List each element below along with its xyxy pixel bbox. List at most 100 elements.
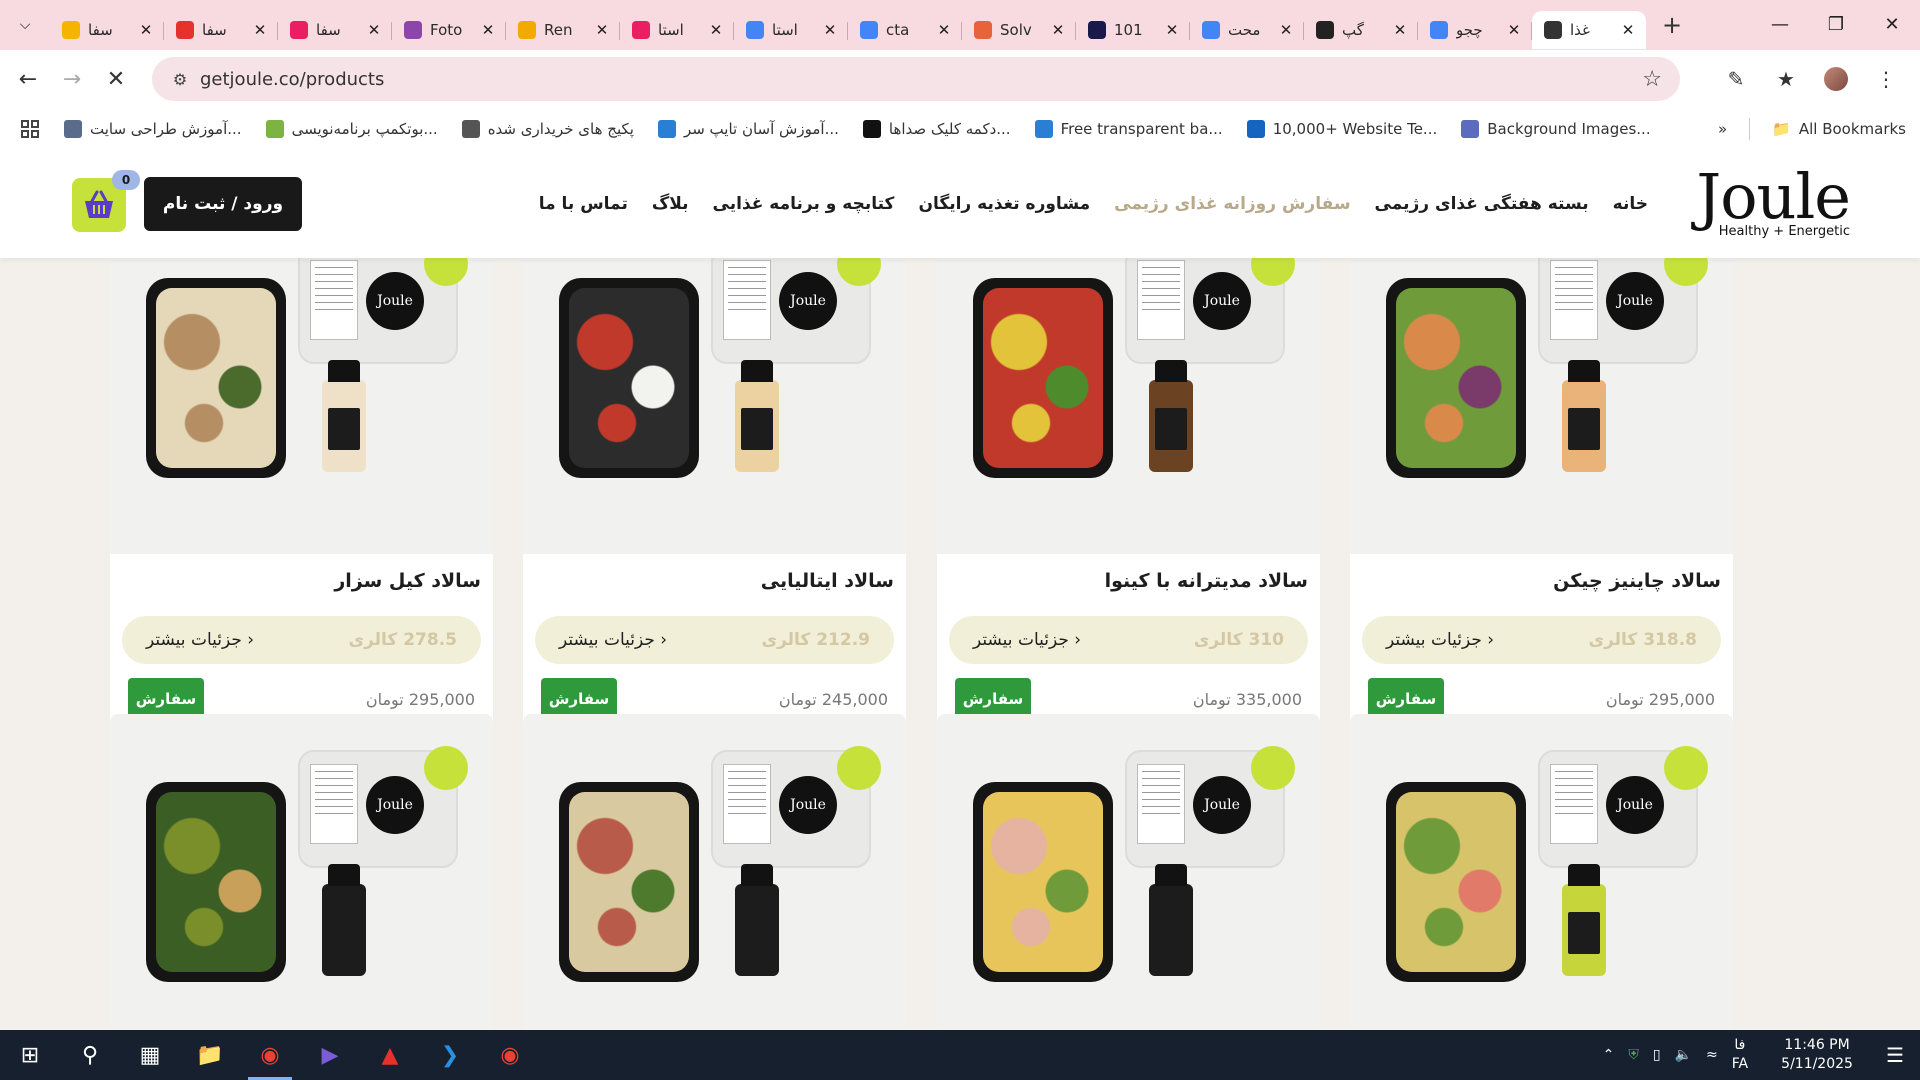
product-card[interactable]: Joule	[110, 714, 493, 1030]
new-tab-button[interactable]: +	[1652, 11, 1692, 39]
nav-link[interactable]: بلاگ	[652, 194, 689, 214]
browser-tab[interactable]: Foto ✕	[392, 11, 506, 49]
product-title[interactable]: سالاد کیل سزار	[110, 554, 493, 610]
tab-close-icon[interactable]: ✕	[138, 21, 154, 39]
minimize-icon[interactable]: —	[1752, 0, 1808, 48]
product-image[interactable]: Joule	[937, 210, 1320, 554]
site-logo[interactable]: Joule Healthy + Energetic	[1696, 160, 1858, 244]
address-bar[interactable]: ⚙ getjoule.co/products ☆	[152, 57, 1680, 101]
browser-tab[interactable]: سفا ✕	[50, 11, 164, 49]
bookmark-item[interactable]: پکیج های خریداری شده	[450, 120, 646, 138]
tab-close-icon[interactable]: ✕	[1050, 21, 1066, 39]
windows-start-icon[interactable]: ⊞	[0, 1030, 60, 1080]
acrobat-icon[interactable]: ▲	[360, 1030, 420, 1080]
tab-close-icon[interactable]: ✕	[252, 21, 268, 39]
clock[interactable]: 11:46 PM 5/11/2025	[1762, 1036, 1872, 1074]
product-image[interactable]: Joule	[937, 714, 1320, 1030]
cart-button[interactable]: 0	[72, 170, 140, 232]
login-register-button[interactable]: ورود / ثبت نام	[144, 177, 302, 231]
search-icon[interactable]: ⚲	[60, 1030, 120, 1080]
product-title[interactable]: سالاد ایتالیایی	[523, 554, 906, 610]
product-image[interactable]: Joule	[110, 714, 493, 1030]
profile-avatar[interactable]	[1816, 59, 1856, 99]
browser-tab[interactable]: Solv ✕	[962, 11, 1076, 49]
tab-close-icon[interactable]: ✕	[1278, 21, 1294, 39]
bookmark-item[interactable]: 10,000+ Website Te...	[1235, 120, 1450, 138]
browser-tab[interactable]: غذا ✕	[1532, 11, 1646, 49]
forward-arrow-icon[interactable]: →	[50, 57, 94, 101]
all-bookmarks-button[interactable]: 📁 All Bookmarks	[1772, 120, 1906, 138]
apps-grid-icon[interactable]	[0, 119, 52, 139]
details-link[interactable]: ‹ جزئیات بیشتر	[1386, 630, 1494, 650]
restore-icon[interactable]: ❐	[1808, 0, 1864, 48]
task-view-icon[interactable]: ▦	[120, 1030, 180, 1080]
browser-tab[interactable]: محت ✕	[1190, 11, 1304, 49]
back-arrow-icon[interactable]: ←	[6, 57, 50, 101]
product-card[interactable]: Joule سالاد چاینیز چیکن ‹ جزئیات بیشتر 3…	[1350, 210, 1733, 734]
browser-tab[interactable]: سفا ✕	[164, 11, 278, 49]
tab-close-icon[interactable]: ✕	[708, 21, 724, 39]
extensions-icon[interactable]: ✎	[1716, 59, 1756, 99]
notifications-icon[interactable]: ☰	[1886, 1043, 1904, 1067]
bookmarks-overflow-icon[interactable]: »	[1718, 120, 1727, 138]
close-window-icon[interactable]: ✕	[1864, 0, 1920, 48]
tab-close-icon[interactable]: ✕	[1164, 21, 1180, 39]
browser-tab[interactable]: استا ✕	[620, 11, 734, 49]
product-image[interactable]: Joule	[523, 714, 906, 1030]
product-image[interactable]: Joule	[110, 210, 493, 554]
product-image[interactable]: Joule	[1350, 210, 1733, 554]
tab-close-icon[interactable]: ✕	[594, 21, 610, 39]
stop-loading-icon[interactable]: ✕	[94, 57, 138, 101]
nav-link[interactable]: مشاوره تغذیه رایگان	[918, 194, 1090, 214]
browser-tab[interactable]: چجو ✕	[1418, 11, 1532, 49]
tab-close-icon[interactable]: ✕	[936, 21, 952, 39]
bookmark-item[interactable]: آموزش طراحی سایت...	[52, 120, 254, 138]
nav-link[interactable]: خانه	[1613, 194, 1648, 214]
product-title[interactable]: سالاد مدیترانه با کینوا	[937, 554, 1320, 610]
menu-kebab-icon[interactable]: ⋮	[1866, 59, 1906, 99]
nav-link[interactable]: تماس با ما	[539, 194, 628, 214]
visual-studio-icon[interactable]: ▶	[300, 1030, 360, 1080]
tray-overflow-icon[interactable]: ⌃	[1603, 1047, 1615, 1063]
bookmark-item[interactable]: Background Images...	[1449, 120, 1662, 138]
wifi-icon[interactable]: ≈	[1706, 1047, 1718, 1063]
tab-close-icon[interactable]: ✕	[480, 21, 496, 39]
security-shield-icon[interactable]: ⛨	[1628, 1047, 1639, 1063]
file-explorer-icon[interactable]: 📁	[180, 1030, 240, 1080]
product-image[interactable]: Joule	[1350, 714, 1733, 1030]
details-link[interactable]: ‹ جزئیات بیشتر	[559, 630, 667, 650]
details-link[interactable]: ‹ جزئیات بیشتر	[146, 630, 254, 650]
bookmark-item[interactable]: آموزش آسان تایپ سر...	[646, 120, 851, 138]
site-info-icon[interactable]: ⚙	[160, 70, 200, 89]
tab-close-icon[interactable]: ✕	[1392, 21, 1408, 39]
tab-search-icon[interactable]: ⌵	[0, 0, 50, 50]
product-card[interactable]: Joule سالاد مدیترانه با کینوا ‹ جزئیات ب…	[937, 210, 1320, 734]
browser-tab[interactable]: cta ✕	[848, 11, 962, 49]
product-title[interactable]: سالاد چاینیز چیکن	[1350, 554, 1733, 610]
product-card[interactable]: Joule	[937, 714, 1320, 1030]
chrome-icon[interactable]: ◉	[480, 1030, 540, 1080]
product-image[interactable]: Joule	[523, 210, 906, 554]
nav-link[interactable]: کتابچه و برنامه غذایی	[713, 194, 895, 214]
bookmark-item[interactable]: Free transparent ba...	[1023, 120, 1235, 138]
url-text[interactable]: getjoule.co/products	[200, 69, 384, 90]
product-card[interactable]: Joule	[1350, 714, 1733, 1030]
nav-link[interactable]: بسته هفتگی غذای رژیمی	[1375, 194, 1589, 214]
tab-close-icon[interactable]: ✕	[366, 21, 382, 39]
tab-close-icon[interactable]: ✕	[1506, 21, 1522, 39]
language-indicator[interactable]: فا FA	[1732, 1036, 1748, 1074]
nav-link[interactable]: سفارش روزانه غذای رژیمی	[1114, 194, 1350, 214]
browser-tab[interactable]: Ren ✕	[506, 11, 620, 49]
tab-close-icon[interactable]: ✕	[822, 21, 838, 39]
product-card[interactable]: Joule سالاد کیل سزار ‹ جزئیات بیشتر 278.…	[110, 210, 493, 734]
battery-icon[interactable]: ▯	[1653, 1047, 1661, 1063]
browser-tab[interactable]: گپ ✕	[1304, 11, 1418, 49]
details-link[interactable]: ‹ جزئیات بیشتر	[973, 630, 1081, 650]
browser-tab[interactable]: سفا ✕	[278, 11, 392, 49]
vscode-icon[interactable]: ❯	[420, 1030, 480, 1080]
browser-tab[interactable]: 101 ✕	[1076, 11, 1190, 49]
tab-close-icon[interactable]: ✕	[1620, 21, 1636, 39]
bookmark-item[interactable]: بوتکمپ برنامه‌نویسی...	[254, 120, 450, 138]
product-card[interactable]: Joule سالاد ایتالیایی ‹ جزئیات بیشتر 212…	[523, 210, 906, 734]
browser-tab[interactable]: استا ✕	[734, 11, 848, 49]
